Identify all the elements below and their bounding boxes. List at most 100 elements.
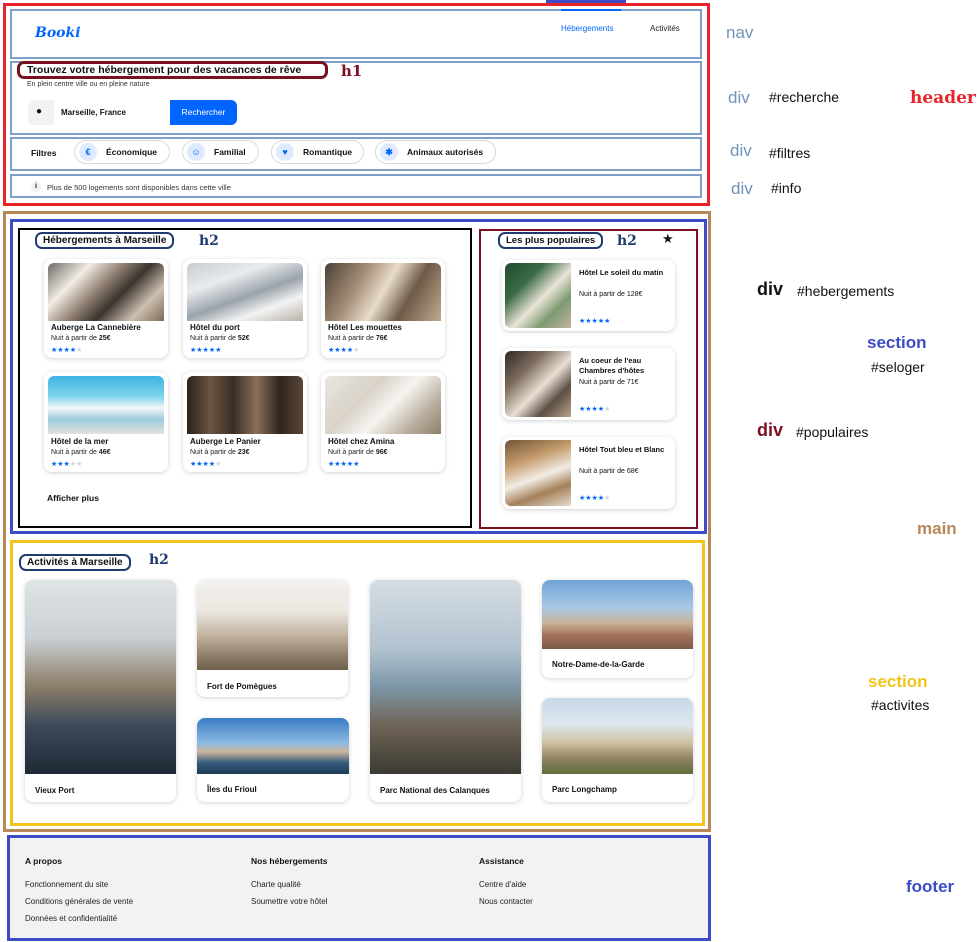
filter-label: Romantique xyxy=(303,147,353,157)
search-button[interactable]: Rechercher xyxy=(170,100,237,125)
filter-economique[interactable]: € Économique xyxy=(74,140,170,164)
activite-image xyxy=(25,580,176,774)
activite-image xyxy=(197,580,348,670)
footer-column-title: Nos hébergements xyxy=(251,856,328,866)
hebergement-image xyxy=(187,263,303,321)
heart-icon: ♥ xyxy=(276,143,294,161)
nav-link-activites[interactable]: Activités xyxy=(650,24,680,33)
activite-name: Fort de Pomègues xyxy=(207,682,277,691)
rating-stars: ★★★★★ xyxy=(51,347,83,354)
hebergement-name: Hôtel Les mouettes xyxy=(328,323,402,332)
annotation-filtres-id: #filtres xyxy=(769,145,811,161)
activite-card[interactable]: Notre-Dame-de-la-Garde xyxy=(542,580,693,678)
hebergement-card[interactable]: Hôtel chez Amina Nuit à partir de 96€ ★★… xyxy=(321,372,445,472)
search-bar: ● Marseille, France Rechercher xyxy=(28,100,237,125)
footer-link[interactable]: Données et confidentialité xyxy=(25,914,133,923)
annotation-activites-tag: section xyxy=(868,672,928,691)
activite-image xyxy=(197,718,349,774)
star-icon: ★ xyxy=(662,231,674,246)
hebergement-card[interactable]: Auberge Le Panier Nuit à partir de 23€ ★… xyxy=(183,372,307,472)
hebergement-card[interactable]: Hôtel du port Nuit à partir de 52€ ★★★★★ xyxy=(183,259,307,358)
annotation-h1: h1 xyxy=(341,62,363,80)
hebergement-name: Auberge Le Panier xyxy=(190,437,261,446)
hebergement-image xyxy=(325,263,441,321)
populaire-image xyxy=(505,351,571,417)
annotation-hebergements-id: #hebergements xyxy=(797,283,895,299)
hebergement-card[interactable]: Hôtel Les mouettes Nuit à partir de 76€ … xyxy=(321,259,445,358)
h2-tag: h2 xyxy=(149,552,169,568)
rating-stars: ★★★★★ xyxy=(51,461,83,468)
activite-name: Vieux Port xyxy=(35,786,75,795)
annotation-info-id: #info xyxy=(771,180,802,196)
populaire-price: Nuit à partir de 71€ xyxy=(579,379,639,386)
footer-link[interactable]: Nous contacter xyxy=(479,897,533,906)
hebergement-price: Nuit à partir de 96€ xyxy=(328,449,388,456)
rating-stars: ★★★★★ xyxy=(579,406,611,413)
footer-link[interactable]: Charte qualité xyxy=(251,880,328,889)
rating-stars: ★★★★★ xyxy=(328,347,360,354)
search-input[interactable]: Marseille, France xyxy=(54,100,170,125)
annotation-populaires-tag: div xyxy=(757,420,784,440)
activite-name: Îles du Frioul xyxy=(207,785,257,794)
nav-active-underline xyxy=(561,9,621,11)
hebergement-price: Nuit à partir de 46€ xyxy=(51,449,111,456)
show-more-link[interactable]: Afficher plus xyxy=(47,493,99,503)
child-icon: ☺ xyxy=(187,143,205,161)
annotation-nav: nav xyxy=(726,23,754,42)
nav-outline xyxy=(10,9,702,59)
footer-link[interactable]: Conditions générales de vente xyxy=(25,897,133,906)
activite-card[interactable]: Parc Longchamp xyxy=(542,698,693,802)
populaire-card[interactable]: Hôtel Le soleil du matin Nuit à partir d… xyxy=(502,260,675,331)
annotation-recherche-id: #recherche xyxy=(769,89,840,105)
populaire-card[interactable]: Hôtel Tout bleu et Blanc Nuit à partir d… xyxy=(502,437,675,509)
rating-stars: ★★★★★ xyxy=(328,461,360,468)
nav-link-hebergements[interactable]: Hébergements xyxy=(561,24,613,33)
activite-name: Parc National des Calanques xyxy=(380,786,490,795)
hebergement-image xyxy=(48,263,164,321)
footer-link[interactable]: Soumettre votre hôtel xyxy=(251,897,328,906)
hebergement-card[interactable]: Auberge La Cannebière Nuit à partir de 2… xyxy=(44,259,168,358)
filter-label: Familial xyxy=(214,147,246,157)
activite-name: Notre-Dame-de-la-Garde xyxy=(552,660,645,669)
footer-column-assistance: Assistance Centre d'aide Nous contacter xyxy=(479,856,533,914)
populaire-card[interactable]: Au coeur de l'eau Chambres d'hôtes Nuit … xyxy=(502,348,675,420)
footer-column-title: Assistance xyxy=(479,856,524,866)
hebergement-name: Hôtel du port xyxy=(190,323,240,332)
annotation-footer: footer xyxy=(906,877,955,896)
hebergement-price: Nuit à partir de 76€ xyxy=(328,335,388,342)
footer-column-apropos: A propos Fonctionnement du site Conditio… xyxy=(25,856,133,931)
hebergement-image xyxy=(48,376,164,434)
page-title: Trouvez votre hébergement pour des vacan… xyxy=(27,64,302,76)
annotation-filtres-tag: div xyxy=(730,141,752,160)
annotation-seloger-tag: section xyxy=(867,333,927,352)
footer-link[interactable]: Fonctionnement du site xyxy=(25,880,133,889)
footer-link[interactable]: Centre d'aide xyxy=(479,880,533,889)
activite-card[interactable]: Fort de Pomègues xyxy=(197,580,348,697)
populaire-price: Nuit à partir de 128€ xyxy=(579,291,643,298)
filters-label: Filtres xyxy=(31,148,57,158)
info-text: Plus de 500 logements sont disponibles d… xyxy=(47,183,231,192)
annotation-recherche-tag: div xyxy=(728,88,750,107)
annotation-main: main xyxy=(917,519,957,538)
hebergement-name: Hôtel de la mer xyxy=(51,437,109,446)
money-icon: € xyxy=(79,143,97,161)
hebergement-name: Hôtel chez Amina xyxy=(328,437,395,446)
hebergement-card[interactable]: Hôtel de la mer Nuit à partir de 46€ ★★★… xyxy=(44,372,168,472)
activite-card[interactable]: Îles du Frioul xyxy=(197,718,349,802)
top-accent-bar xyxy=(546,0,626,3)
site-logo[interactable]: Booki xyxy=(35,25,81,41)
populaire-image xyxy=(505,263,571,328)
filter-romantique[interactable]: ♥ Romantique xyxy=(271,140,364,164)
filter-familial[interactable]: ☺ Familial xyxy=(182,140,259,164)
rating-stars: ★★★★★ xyxy=(190,347,222,354)
activite-card[interactable]: Parc National des Calanques xyxy=(370,580,521,802)
populaire-name: Au coeur de l'eau Chambres d'hôtes xyxy=(579,356,645,375)
hebergement-price: Nuit à partir de 25€ xyxy=(51,335,111,342)
activite-card[interactable]: Vieux Port xyxy=(25,580,176,802)
activites-title: Activités à Marseille xyxy=(19,554,131,571)
hebergement-price: Nuit à partir de 52€ xyxy=(190,335,250,342)
hebergement-image xyxy=(325,376,441,434)
filter-animaux[interactable]: ✱ Animaux autorisés xyxy=(375,140,496,164)
hebergement-image xyxy=(187,376,303,434)
annotation-hebergements-tag: div xyxy=(757,279,784,299)
